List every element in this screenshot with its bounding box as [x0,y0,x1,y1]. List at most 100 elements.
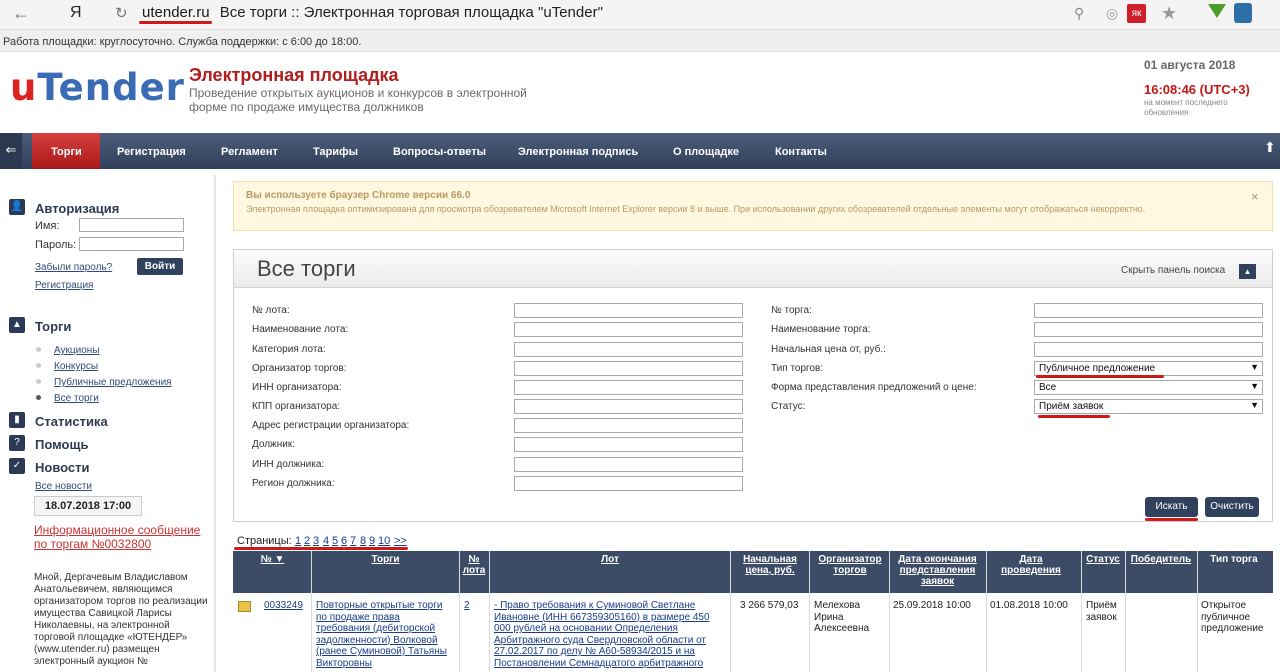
col-winner[interactable]: Победитель [1126,554,1196,565]
nav-registration[interactable]: Регистрация [117,146,186,158]
reload-icon[interactable]: ↻ [115,4,128,22]
stats-title[interactable]: Статистика [35,414,108,429]
col-deadline[interactable]: Дата окончания представления заявок [890,554,985,587]
page-1[interactable]: 1 [295,535,301,547]
nav-e-signature[interactable]: Электронная подпись [518,146,638,158]
register-link[interactable]: Регистрация [35,280,93,291]
page-5[interactable]: 5 [332,535,338,547]
back-arrow-icon[interactable]: ← [12,3,30,24]
sidebar-item-public-offers[interactable]: Публичные предложения [54,377,172,388]
row-id-link[interactable]: 0033249 [264,600,310,612]
lot-category-input[interactable] [514,342,743,357]
nav-torgi[interactable]: Торги [51,146,82,158]
sidebar-item-auctions[interactable]: Аукционы [54,345,100,356]
col-date[interactable]: Дата проведения [990,554,1072,576]
pages-label: Страницы: [237,535,292,547]
help-title[interactable]: Помощь [35,437,88,452]
trade-type-select[interactable]: Публичное предложение ▼ [1034,361,1263,376]
col-lot[interactable]: Лот [491,554,729,565]
price-form-value: Все [1039,382,1057,393]
yandex-icon[interactable]: Я [70,4,82,22]
address-page-title: Все торги :: Электронная торговая площад… [219,4,603,21]
organizer-address-input[interactable] [514,418,743,433]
page-8[interactable]: 8 [360,535,366,547]
organizer-address-label: Адрес регистрации организатора: [252,420,410,431]
nav-contacts[interactable]: Контакты [775,146,827,158]
page-title: Все торги [257,256,356,281]
organizer-input[interactable] [514,361,743,376]
search-button[interactable]: Искать [1145,497,1198,517]
globe-icon[interactable]: ◎ [1106,5,1118,22]
warning-title: Вы используете браузер Chrome версии 66.… [246,190,471,201]
password-input[interactable] [79,237,184,251]
nav-collapse-icon[interactable]: ⇐ [0,133,22,169]
trade-number-label: № торга: [771,305,812,316]
search-icon[interactable]: ⚲ [1074,5,1084,22]
page-6[interactable]: 6 [341,535,347,547]
row-lot-number-link[interactable]: 2 [464,600,484,612]
dropdown-arrow-icon: ▼ [1250,381,1259,391]
debtor-input[interactable] [514,437,743,452]
page-4[interactable]: 4 [323,535,329,547]
debtor-region-input[interactable] [514,476,743,491]
trade-number-input[interactable] [1034,303,1263,318]
time-note: на момент последнего обновления [1144,98,1228,117]
col-trade[interactable]: Торги [313,554,458,565]
nav-about[interactable]: О площадке [673,146,739,158]
row-lot-link[interactable]: - Право требования к Суминовой Светлане … [494,600,726,672]
debtor-inn-input[interactable] [514,457,743,472]
nav-reglament[interactable]: Регламент [221,146,278,158]
address-bar[interactable]: utender.ru Все торги :: Электронная торг… [142,4,603,21]
forgot-password-link[interactable]: Забыли пароль? [35,262,112,273]
row-trade-link[interactable]: Повторные открытые торги по продаже прав… [316,600,456,672]
close-icon[interactable]: × [1251,189,1259,204]
nav-faq[interactable]: Вопросы-ответы [393,146,486,158]
lot-number-label: № лота: [252,305,290,316]
layers-icon[interactable] [1234,3,1252,23]
page-next[interactable]: >> [394,535,407,547]
col-start-price[interactable]: Начальная цена, руб. [736,554,804,576]
news-text: Мной, Дергачевым Владиславом Анатольевич… [34,572,208,667]
annotation-underline [1145,518,1198,521]
news-headline-link[interactable]: Информационное сообщение по торгам №0032… [34,523,204,551]
extension-icon[interactable]: як [1127,4,1146,23]
lot-name-input[interactable] [514,322,743,337]
lot-category-label: Категория лота: [252,344,326,355]
page-10[interactable]: 10 [378,535,390,547]
login-button[interactable]: Войти [137,258,183,275]
page-7[interactable]: 7 [350,535,356,547]
star-icon[interactable]: ★ [1161,3,1177,24]
download-icon[interactable] [1208,4,1226,18]
site-subtitle: Проведение открытых аукционов и конкурсо… [189,86,527,114]
logo[interactable]: uTender [10,66,185,109]
organizer-kpp-input[interactable] [514,399,743,414]
page-9[interactable]: 9 [369,535,375,547]
col-number[interactable]: № ▼ [250,554,295,565]
clear-button[interactable]: Очистить [1205,497,1259,517]
col-lot-number[interactable]: № лота [460,554,488,576]
status-select[interactable]: Приём заявок ▼ [1034,399,1263,414]
organizer-label: Организатор торгов: [252,363,347,374]
all-news-link[interactable]: Все новости [35,481,92,492]
scroll-up-icon[interactable]: ⬆ [1264,139,1276,156]
col-organizer[interactable]: Организатор торгов [812,554,888,576]
price-form-select[interactable]: Все ▼ [1034,380,1263,395]
news-date: 18.07.2018 17:00 [34,496,142,516]
col-status[interactable]: Статус [1083,554,1123,565]
nav-tariffs[interactable]: Тарифы [313,146,358,158]
lot-number-input[interactable] [514,303,743,318]
organizer-kpp-label: КПП организатора: [252,401,341,412]
name-input[interactable] [79,218,184,232]
hide-panel-link[interactable]: Скрыть панель поиска [1121,265,1225,276]
sidebar-item-all-trades[interactable]: Все торги [54,393,99,404]
page-3[interactable]: 3 [313,535,319,547]
logo-text: Tender [37,66,185,109]
organizer-inn-input[interactable] [514,380,743,395]
sidebar-item-contests[interactable]: Конкурсы [54,361,98,372]
page-2[interactable]: 2 [304,535,310,547]
trade-name-input[interactable] [1034,322,1263,337]
row-type: Открытое публичное предложение [1201,600,1264,634]
start-price-input[interactable] [1034,342,1263,357]
chevron-up-icon[interactable]: ▲ [1239,264,1256,279]
lot-name-label: Наименование лота: [252,324,349,335]
